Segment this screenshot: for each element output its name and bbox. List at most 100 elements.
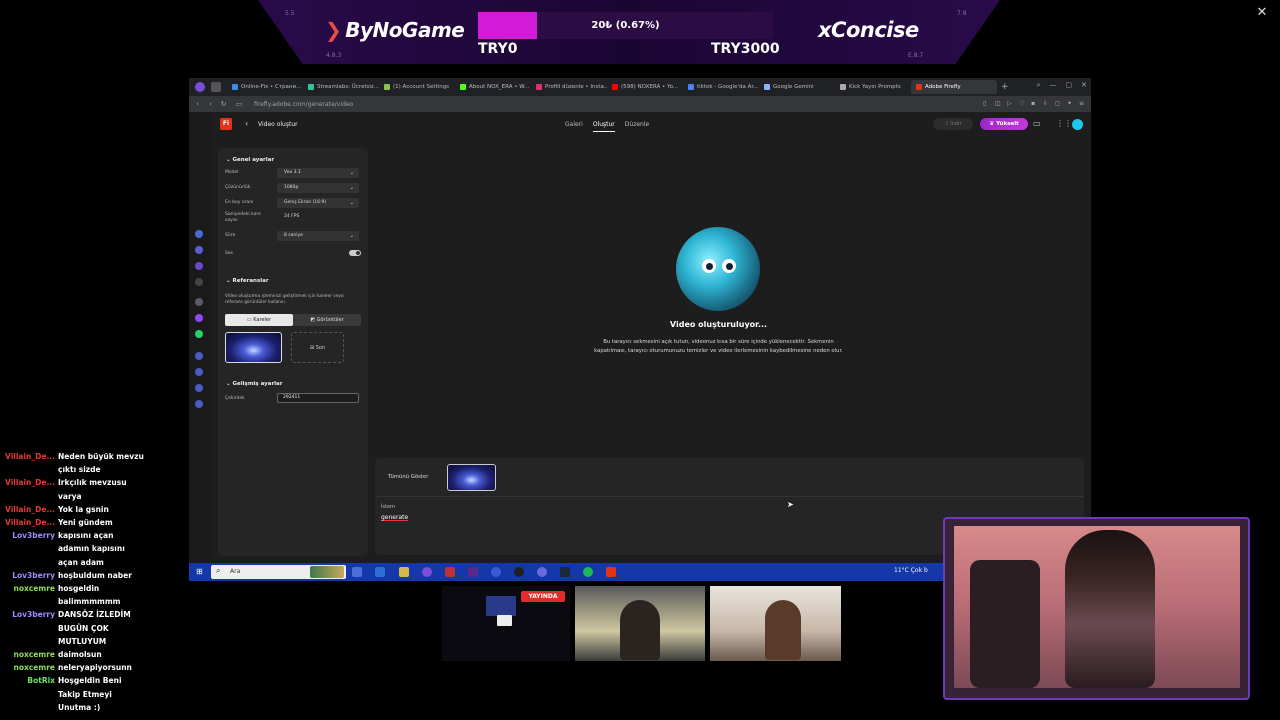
- browser-tab[interactable]: Profili düzenle • Insta...: [531, 80, 607, 94]
- chat-username[interactable]: noxcemre: [5, 661, 58, 674]
- tab-images[interactable]: ◩ Görüntüler: [293, 314, 361, 326]
- new-tab-icon[interactable]: +: [1001, 82, 1009, 92]
- chat-icon[interactable]: ▭: [1033, 119, 1041, 128]
- chat-username[interactable]: [5, 556, 58, 569]
- close-icon[interactable]: ✕: [1255, 6, 1269, 20]
- tab-düzenle[interactable]: Düzenle: [625, 121, 649, 132]
- back-chevron-icon[interactable]: ‹: [245, 119, 248, 128]
- sidebar-toggle-icon[interactable]: [211, 82, 221, 92]
- sidebar-twitch2-icon[interactable]: [195, 314, 203, 322]
- advanced-settings-heading[interactable]: ⌄ Gelişmiş ayarlar: [226, 381, 283, 387]
- tab-galeri[interactable]: Galeri: [565, 121, 583, 132]
- sidebar-twitch-icon[interactable]: [195, 262, 203, 270]
- chat-username[interactable]: [5, 542, 58, 555]
- taskbar-search[interactable]: ⌕ Ara: [211, 565, 346, 579]
- sidebar-history-icon[interactable]: [195, 352, 203, 360]
- sidebar-refresh-icon[interactable]: [195, 230, 203, 238]
- field-dropdown[interactable]: 8 saniye ⌄: [277, 231, 359, 241]
- chat-username[interactable]: [5, 688, 58, 701]
- references-heading[interactable]: ⌄ Referanslar: [226, 278, 269, 284]
- chat-username[interactable]: Villain_De...: [5, 516, 58, 529]
- upgrade-button[interactable]: ♛ Yükselt: [980, 118, 1028, 130]
- browser-tab[interactable]: About NOX_ERA • W...: [455, 80, 531, 94]
- search-tabs-icon[interactable]: ⌕: [1037, 81, 1041, 90]
- chat-username[interactable]: Villain_De...: [5, 476, 58, 489]
- back-icon[interactable]: ‹: [193, 100, 202, 108]
- chat-username[interactable]: noxcemre: [5, 582, 58, 595]
- chat-username[interactable]: [5, 701, 58, 714]
- show-all-button[interactable]: Tümünü Göster: [388, 474, 428, 480]
- field-dropdown[interactable]: Veo 3.1 ⌄: [277, 168, 359, 178]
- start-frame-thumbnail[interactable]: [225, 332, 282, 363]
- vpn-icon[interactable]: ▭: [232, 100, 246, 108]
- weather-widget[interactable]: 11°C Çok b: [894, 567, 928, 574]
- chat-username[interactable]: [5, 595, 58, 608]
- end-frame-slot[interactable]: ⊞ Son: [291, 332, 344, 363]
- download-icon[interactable]: ⇩: [1043, 100, 1049, 107]
- field-dropdown[interactable]: 1080p ⌄: [277, 183, 359, 193]
- browser-tab[interactable]: Adobe Firefly: [911, 80, 997, 94]
- reload-icon[interactable]: ↻: [219, 100, 228, 108]
- opera-icon[interactable]: [422, 567, 432, 577]
- browser-tab[interactable]: Google Gemini: [759, 80, 835, 94]
- firefly-logo[interactable]: Fi: [220, 118, 232, 130]
- tab-oluştur[interactable]: Oluştur: [592, 121, 615, 132]
- menu-icon[interactable]: ≡: [1079, 100, 1085, 107]
- discord-icon[interactable]: [537, 567, 547, 577]
- chat-username[interactable]: [5, 490, 58, 503]
- window-close-icon[interactable]: ✕: [1081, 81, 1087, 90]
- sound-toggle[interactable]: [349, 250, 361, 256]
- sidebar-chat-icon[interactable]: [195, 384, 203, 392]
- browser-icon[interactable]: [491, 567, 501, 577]
- chat-username[interactable]: Villain_De...: [5, 450, 58, 463]
- browser-tab[interactable]: (1) Account Settings: [379, 80, 455, 94]
- seed-input[interactable]: 292411: [277, 393, 359, 403]
- browser-tab[interactable]: Online-Fix • Страни...: [227, 80, 303, 94]
- extension-icon[interactable]: ▪: [1031, 100, 1037, 107]
- spotify-icon[interactable]: [583, 567, 593, 577]
- obs-icon[interactable]: [514, 567, 524, 577]
- maximize-icon[interactable]: ▢: [1066, 81, 1073, 90]
- task-view-icon[interactable]: [352, 567, 362, 577]
- minimize-icon[interactable]: —: [1050, 81, 1057, 90]
- apps-grid-icon[interactable]: ⋮⋮: [1056, 119, 1072, 128]
- browser-tab[interactable]: Kick Yayın Prompts: [835, 80, 911, 94]
- sidebar-clock-icon[interactable]: [195, 368, 203, 376]
- tab-frames[interactable]: ▭ Kareler: [225, 314, 293, 326]
- chat-username[interactable]: Lov3berry: [5, 529, 58, 542]
- windows-start-icon[interactable]: ⊞: [196, 567, 203, 576]
- chat-username[interactable]: Lov3berry: [5, 569, 58, 582]
- chat-username[interactable]: [5, 463, 58, 476]
- forward-icon[interactable]: ›: [206, 100, 215, 108]
- steam-icon[interactable]: [560, 567, 570, 577]
- general-settings-heading[interactable]: ⌄ Genel ayarlar: [226, 157, 274, 163]
- chat-username[interactable]: [5, 635, 58, 648]
- explorer-icon[interactable]: [399, 567, 409, 577]
- chat-username[interactable]: BotRix: [5, 674, 58, 687]
- reading-icon[interactable]: ◻: [1055, 100, 1061, 107]
- ai-icon[interactable]: ✦: [1067, 100, 1073, 107]
- field-dropdown[interactable]: Geniş Ekran (16:9) ⌄: [277, 198, 359, 208]
- download-button[interactable]: ⇩ İndir: [933, 118, 973, 130]
- play-icon[interactable]: ▷: [1007, 100, 1013, 107]
- browser-menu-icon[interactable]: [195, 82, 205, 92]
- store-icon[interactable]: [375, 567, 385, 577]
- avatar[interactable]: [1072, 119, 1083, 130]
- sidebar-chatgpt-icon[interactable]: [195, 298, 203, 306]
- chat-username[interactable]: Lov3berry: [5, 608, 58, 621]
- prompt-input[interactable]: generate: [381, 514, 408, 521]
- sidebar-bag-icon[interactable]: [195, 246, 203, 254]
- chat-username[interactable]: noxcemre: [5, 648, 58, 661]
- chat-username[interactable]: Villain_De...: [5, 503, 58, 516]
- app-purple-icon[interactable]: [468, 567, 478, 577]
- chat-username[interactable]: [5, 622, 58, 635]
- prompt-reference-thumbnail[interactable]: [447, 464, 496, 491]
- browser-tab[interactable]: Streamlabs: Ücretsiz...: [303, 80, 379, 94]
- firefly-taskbar-icon[interactable]: [606, 567, 616, 577]
- sidebar-whatsapp-icon[interactable]: [195, 330, 203, 338]
- browser-tab[interactable]: (598) NOXERA • Yo...: [607, 80, 683, 94]
- heart-icon[interactable]: ♡: [1019, 100, 1025, 107]
- bookmark-icon[interactable]: ▯: [983, 100, 989, 107]
- url-field[interactable]: firefly.adobe.com/generate/video: [254, 101, 353, 108]
- browser-tab[interactable]: tiktok - Google'da Ar...: [683, 80, 759, 94]
